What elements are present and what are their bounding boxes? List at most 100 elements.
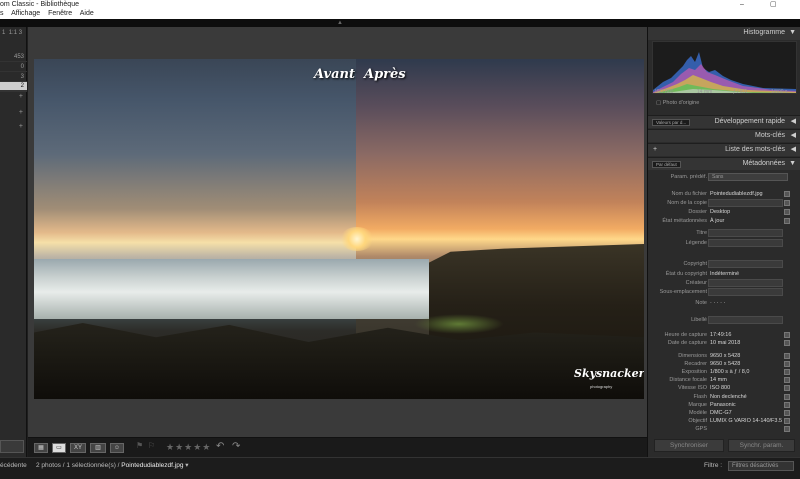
metadata-action-icon[interactable]: [784, 353, 790, 359]
metadata-field[interactable]: [708, 239, 783, 247]
metadata-key: Objectif: [688, 418, 707, 424]
photo-watermark: Skysnacker: [574, 367, 644, 380]
expand-icon[interactable]: ◀: [791, 130, 796, 142]
metadata-header[interactable]: Par défaut Métadonnées ▼: [648, 157, 800, 170]
menu-item-edit[interactable]: s: [0, 10, 4, 17]
metadata-row: Modèle DMC-G7: [648, 409, 800, 417]
metadata-row: Copyright: [648, 260, 800, 268]
metadata-action-icon[interactable]: [784, 369, 790, 375]
sync-settings-button[interactable]: Synchr. param.: [728, 439, 795, 452]
metadata-key: Note: [695, 300, 707, 306]
keywords-title: Mots-clés: [755, 132, 785, 139]
maximize-button[interactable]: ▢: [770, 0, 777, 9]
import-button[interactable]: [0, 440, 24, 453]
filmstrip-bar: écédente 2 photos / 1 sélectionnée(s) / …: [0, 457, 800, 479]
metadata-field[interactable]: [708, 288, 783, 296]
metadata-field[interactable]: [708, 229, 783, 237]
histogram-header[interactable]: Histogramme ▼: [648, 27, 800, 40]
rating-stars[interactable]: ★★★★★: [166, 442, 211, 453]
flag-icon[interactable]: ⚑: [136, 441, 143, 450]
quick-develop-header[interactable]: Valeurs par d... Développement rapide ◀: [648, 115, 800, 128]
catalog-count-previous[interactable]: 3: [0, 73, 27, 82]
metadata-row: GPS: [648, 425, 800, 433]
expand-icon[interactable]: ◀: [791, 116, 796, 128]
metadata-key: GPS: [695, 426, 707, 432]
catalog-count-quick[interactable]: 0: [0, 63, 27, 72]
zoom-options[interactable]: 1 1:1 3: [0, 29, 27, 38]
metadata-value: Panasonic: [710, 402, 736, 408]
people-view-icon[interactable]: ☺: [110, 443, 124, 453]
metadata-row: Exposition 1/800 s à ƒ / 8,0: [648, 368, 800, 376]
metadata-action-icon[interactable]: [784, 218, 790, 224]
metadata-action-icon[interactable]: [784, 191, 790, 197]
metadata-row: Heure de capture 17:49:16: [648, 331, 800, 339]
collapse-top-icon[interactable]: ▲: [337, 20, 343, 26]
metadata-action-icon[interactable]: [784, 394, 790, 400]
rotate-left-icon[interactable]: ↶: [216, 441, 224, 452]
metadata-value: LUMIX G VARIO 14-140/F3.5: [710, 418, 783, 424]
metadata-action-icon[interactable]: [784, 402, 790, 408]
histogram-shutter: 1/800 s: [771, 89, 788, 95]
survey-view-icon[interactable]: ▥: [90, 443, 106, 453]
sync-button[interactable]: Synchroniser: [654, 439, 724, 452]
original-photo-toggle[interactable]: ▢ Photo d'origine: [656, 100, 699, 106]
metadata-value: Indéterminé: [710, 271, 740, 277]
add-keyword-icon[interactable]: +: [653, 144, 657, 156]
metadata-action-icon[interactable]: [784, 361, 790, 367]
minimize-button[interactable]: –: [740, 0, 744, 9]
collapse-icon[interactable]: ▼: [789, 27, 796, 39]
metadata-key: Créateur: [685, 280, 707, 286]
add-folder-icon[interactable]: +: [19, 93, 23, 100]
quick-develop-preset[interactable]: Valeurs par d...: [652, 119, 691, 126]
metadata-action-icon[interactable]: [784, 418, 790, 424]
metadata-preset-select[interactable]: Sans: [708, 173, 788, 181]
metadata-key: Flash: [693, 394, 707, 400]
collapse-icon[interactable]: ▼: [789, 158, 796, 170]
loupe-view-icon[interactable]: ▭: [52, 443, 66, 453]
catalog-count-selected[interactable]: 2: [0, 82, 27, 91]
metadata-action-icon[interactable]: [784, 410, 790, 416]
metadata-row: Distance focale 14 mm: [648, 376, 800, 384]
metadata-action-icon[interactable]: [784, 340, 790, 346]
expand-icon[interactable]: ◀: [791, 144, 796, 156]
compare-view-icon[interactable]: XY: [70, 443, 86, 453]
metadata-field[interactable]: [708, 316, 783, 324]
metadata-action-icon[interactable]: [784, 209, 790, 215]
metadata-key: Titre: [696, 230, 707, 236]
metadata-action-icon[interactable]: [784, 426, 790, 432]
metadata-field[interactable]: [708, 260, 783, 268]
metadata-key: Nom du fichier: [671, 191, 707, 197]
menu-item-view[interactable]: Affichage: [11, 10, 40, 17]
metadata-action-icon[interactable]: [784, 200, 790, 206]
metadata-key: Dossier: [688, 209, 707, 215]
before-after-photo[interactable]: Avant Après Skysnacker photography: [34, 59, 644, 399]
add-collection-icon[interactable]: +: [19, 109, 23, 116]
metadata-key: Marque: [688, 402, 707, 408]
metadata-row: Dimensions 9650 x 5428: [648, 352, 800, 360]
window-titlebar: om Classic - Bibliothèque – ▢: [0, 0, 800, 9]
metadata-value: ISO 800: [710, 385, 731, 391]
metadata-action-icon[interactable]: [784, 385, 790, 391]
menu-item-window[interactable]: Fenêtre: [48, 10, 72, 17]
metadata-action-icon[interactable]: [784, 332, 790, 338]
metadata-action-icon[interactable]: [784, 377, 790, 383]
filmstrip-filename: Pointedudiablezdf.jpg: [121, 462, 184, 469]
previous-button[interactable]: écédente: [0, 458, 27, 474]
metadata-value: Non declenché: [710, 394, 747, 400]
left-panel: 1 1:1 3 453 0 3 1 2 + + +: [0, 27, 27, 457]
photo-watermark-sub: photography: [590, 384, 613, 389]
rotate-right-icon[interactable]: ↷: [232, 441, 240, 452]
filter-select[interactable]: Filtres désactivés: [728, 461, 794, 471]
metadata-view-select[interactable]: Par défaut: [652, 161, 681, 168]
menu-item-help[interactable]: Aide: [80, 10, 94, 17]
keywords-header[interactable]: Mots-clés ◀: [648, 129, 800, 142]
metadata-key: Dimensions: [678, 353, 707, 359]
module-strip: ▲: [0, 19, 800, 27]
add-publish-icon[interactable]: +: [19, 123, 23, 130]
metadata-field[interactable]: [708, 199, 783, 207]
grid-view-icon[interactable]: ▦: [34, 443, 48, 453]
metadata-field[interactable]: [708, 279, 783, 287]
reject-flag-icon[interactable]: ⚐: [148, 441, 155, 450]
catalog-count-all[interactable]: 453: [0, 53, 27, 62]
keyword-list-header[interactable]: + Liste des mots-clés ◀: [648, 143, 800, 156]
